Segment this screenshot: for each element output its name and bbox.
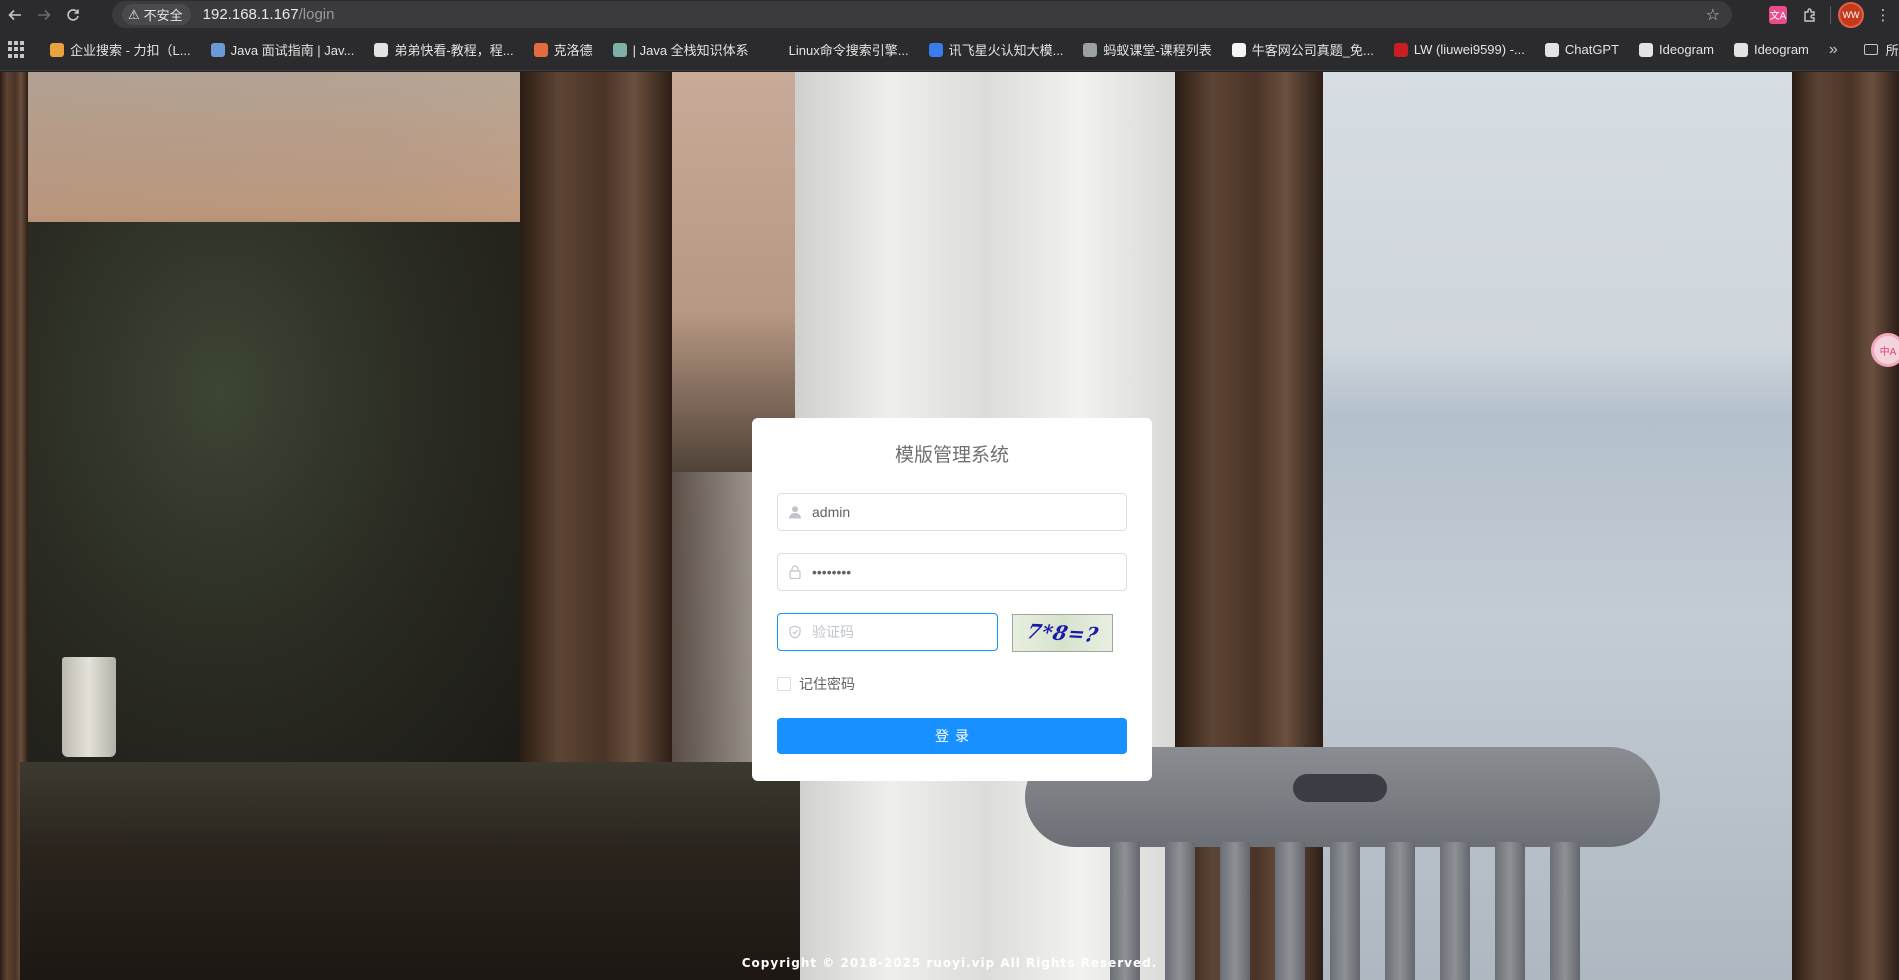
- remember-checkbox[interactable]: [777, 677, 791, 691]
- captcha-input[interactable]: [812, 615, 992, 649]
- reload-icon[interactable]: [58, 0, 87, 29]
- bookmark-item[interactable]: | Java 全栈知识体系: [612, 40, 749, 59]
- bookmark-label: 讯飞星火认知大模...: [948, 43, 1064, 58]
- bookmark-label: LW (liuwei9599) -...: [1413, 42, 1525, 57]
- bookmark-label: ChatGPT: [1564, 42, 1620, 57]
- warning-triangle-icon: ⚠: [128, 6, 140, 22]
- captcha-image[interactable]: 7*8=?: [1012, 614, 1113, 652]
- extensions-puzzle-icon[interactable]: [1794, 0, 1826, 29]
- login-title: 模版管理系统: [894, 445, 1009, 466]
- image-icon: [612, 42, 627, 57]
- bookmark-label: Ideogram: [1659, 42, 1714, 57]
- translate-extension-button[interactable]: 文A: [1762, 0, 1794, 29]
- bookmark-label: 弟弟快看-教程，程...: [394, 43, 514, 58]
- url-host: 192.168.1.167: [202, 6, 299, 23]
- bookmark-label: | Java 全栈知识体系: [632, 43, 749, 58]
- toolbar-right-icons: 文A WW ⋮: [1762, 0, 1899, 29]
- bookmark-item[interactable]: 克洛德: [533, 40, 593, 59]
- translate-floating-icon[interactable]: 中A: [1871, 333, 1899, 367]
- username-input[interactable]: [812, 495, 1112, 529]
- security-label: 不安全: [143, 8, 183, 23]
- profile-button[interactable]: WW: [1835, 0, 1867, 29]
- browser-toolbar: ⚠ 不安全 192.168.1.167/login ☆ 文A WW ⋮: [0, 0, 1899, 29]
- bookmark-item[interactable]: 牛客网公司真题_免...: [1231, 40, 1374, 59]
- bookmarks-more-button[interactable]: »: [1829, 41, 1838, 59]
- bookmark-label: 克洛德: [553, 43, 593, 58]
- gitee-icon: [1393, 42, 1408, 57]
- layers-icon: [374, 42, 389, 57]
- bookmark-label: 企业搜索 - 力扣（L...: [70, 43, 191, 58]
- blank-icon: [768, 42, 783, 57]
- bookmarks-bar: 企业搜索 - 力扣（L... Java 面试指南 | Jav... 弟弟快看-教程，…: [0, 29, 1899, 71]
- ideogram-icon: [1733, 42, 1748, 57]
- username-field[interactable]: [777, 493, 1127, 531]
- captcha-text: 7*8=?: [1023, 619, 1102, 647]
- spark-icon: [928, 42, 943, 57]
- forward-arrow-icon[interactable]: [29, 0, 58, 29]
- address-bar[interactable]: ⚠ 不安全 192.168.1.167/login ☆: [112, 1, 1732, 28]
- all-bookmarks-folder[interactable]: 所有书签: [1863, 40, 1899, 59]
- nowcoder-icon: [1231, 42, 1246, 57]
- url-text[interactable]: 192.168.1.167/login: [203, 6, 335, 23]
- copyright-footer: Copyright © 2018-2025 ruoyi.vip All Righ…: [741, 956, 1158, 970]
- login-page: 模版管理系统 7*8=? 记住密码 登录 Copy: [0, 72, 1899, 980]
- bookmark-list: 企业搜索 - 力扣（L... Java 面试指南 | Jav... 弟弟快看-教程，…: [50, 40, 1829, 59]
- bookmark-item[interactable]: 蚂蚁课堂-课程列表: [1083, 40, 1212, 59]
- bookmark-item[interactable]: Java 面试指南 | Jav...: [210, 40, 355, 59]
- translate-icon: 文A: [1769, 5, 1787, 24]
- login-form: 模版管理系统 7*8=? 记住密码 登录: [752, 418, 1152, 781]
- bookmark-label: 蚂蚁课堂-课程列表: [1103, 43, 1212, 58]
- remember-label: 记住密码: [799, 676, 855, 692]
- all-bookmarks-label: 所有书签: [1885, 43, 1899, 58]
- shield-icon: [778, 625, 812, 639]
- url-path: /login: [298, 6, 335, 23]
- password-input[interactable]: [812, 555, 1112, 589]
- lock-icon: [778, 565, 812, 579]
- security-chip[interactable]: ⚠ 不安全: [122, 4, 191, 25]
- bookmark-item[interactable]: 企业搜索 - 力扣（L...: [50, 40, 191, 59]
- bookmark-item[interactable]: 讯飞星火认知大模...: [928, 40, 1064, 59]
- openai-icon: [1544, 42, 1559, 57]
- folder-icon: [1863, 44, 1878, 55]
- bookmark-item[interactable]: Ideogram: [1733, 42, 1809, 57]
- bookmark-item[interactable]: Linux命令搜索引擎...: [768, 40, 909, 59]
- password-field[interactable]: [777, 553, 1127, 591]
- bookmark-label: Java 面试指南 | Jav...: [230, 43, 355, 58]
- globe-icon: [1083, 42, 1098, 57]
- bookmark-star-icon[interactable]: ☆: [1706, 5, 1720, 25]
- back-arrow-icon[interactable]: [0, 0, 29, 29]
- bookmark-item[interactable]: LW (liuwei9599) -...: [1393, 42, 1525, 57]
- login-button[interactable]: 登录: [777, 718, 1127, 754]
- bookmark-label: Ideogram: [1753, 42, 1809, 57]
- bookmark-label: Linux命令搜索引擎...: [788, 43, 909, 58]
- bookmark-item[interactable]: 弟弟快看-教程，程...: [374, 40, 514, 59]
- bookmark-item[interactable]: Ideogram: [1639, 42, 1714, 57]
- toolbar-divider: [1830, 5, 1831, 24]
- captcha-field[interactable]: [777, 613, 998, 651]
- ideogram-icon: [1639, 42, 1654, 57]
- user-icon: [778, 505, 812, 519]
- remember-password[interactable]: 记住密码: [777, 674, 855, 694]
- sparkle-icon: [533, 42, 548, 57]
- menu-kebab-icon[interactable]: ⋮: [1867, 0, 1899, 29]
- bookmark-label: 牛客网公司真题_免...: [1251, 43, 1374, 58]
- apps-grid-icon[interactable]: [8, 40, 24, 59]
- avatar: WW: [1838, 1, 1864, 28]
- bookmark-item[interactable]: ChatGPT: [1544, 42, 1620, 57]
- feather-icon: [210, 42, 225, 57]
- leetcode-icon: [50, 42, 64, 57]
